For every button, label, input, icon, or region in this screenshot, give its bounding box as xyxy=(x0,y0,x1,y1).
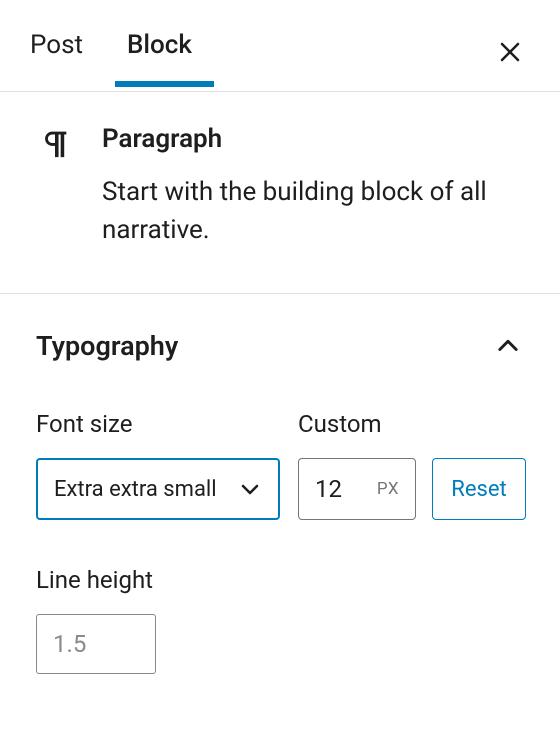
line-height-col: Line height 1.5 xyxy=(36,566,522,674)
chevron-up-icon xyxy=(494,332,522,360)
chevron-down-icon xyxy=(238,477,262,501)
line-height-input[interactable]: 1.5 xyxy=(36,614,156,674)
font-size-select[interactable]: Extra extra small xyxy=(36,458,280,520)
custom-size-input[interactable]: 12 PX xyxy=(298,458,416,520)
block-info: Paragraph Start with the building block … xyxy=(102,124,522,249)
custom-col: Custom 12 PX Reset xyxy=(298,410,526,520)
block-card: Paragraph Start with the building block … xyxy=(0,92,560,294)
custom-size-value: 12 xyxy=(315,475,377,503)
tab-post[interactable]: Post xyxy=(30,4,105,87)
typography-title: Typography xyxy=(36,330,178,362)
close-icon[interactable] xyxy=(498,40,522,64)
custom-size-unit: PX xyxy=(377,479,399,499)
reset-button[interactable]: Reset xyxy=(432,458,526,520)
custom-label: Custom xyxy=(298,410,526,438)
font-size-selected: Extra extra small xyxy=(54,477,232,502)
line-height-label: Line height xyxy=(36,566,522,594)
typography-panel: Typography Font size Extra extra small C… xyxy=(0,294,560,704)
block-title: Paragraph xyxy=(102,124,522,154)
settings-tabs: Post Block xyxy=(0,0,560,92)
typography-panel-header[interactable]: Typography xyxy=(36,330,522,362)
tab-block[interactable]: Block xyxy=(105,4,214,87)
block-description: Start with the building block of all nar… xyxy=(102,174,522,249)
paragraph-icon xyxy=(38,124,78,249)
font-size-row: Font size Extra extra small Custom 12 PX… xyxy=(36,410,522,520)
font-size-label: Font size xyxy=(36,410,280,438)
font-size-col: Font size Extra extra small xyxy=(36,410,280,520)
